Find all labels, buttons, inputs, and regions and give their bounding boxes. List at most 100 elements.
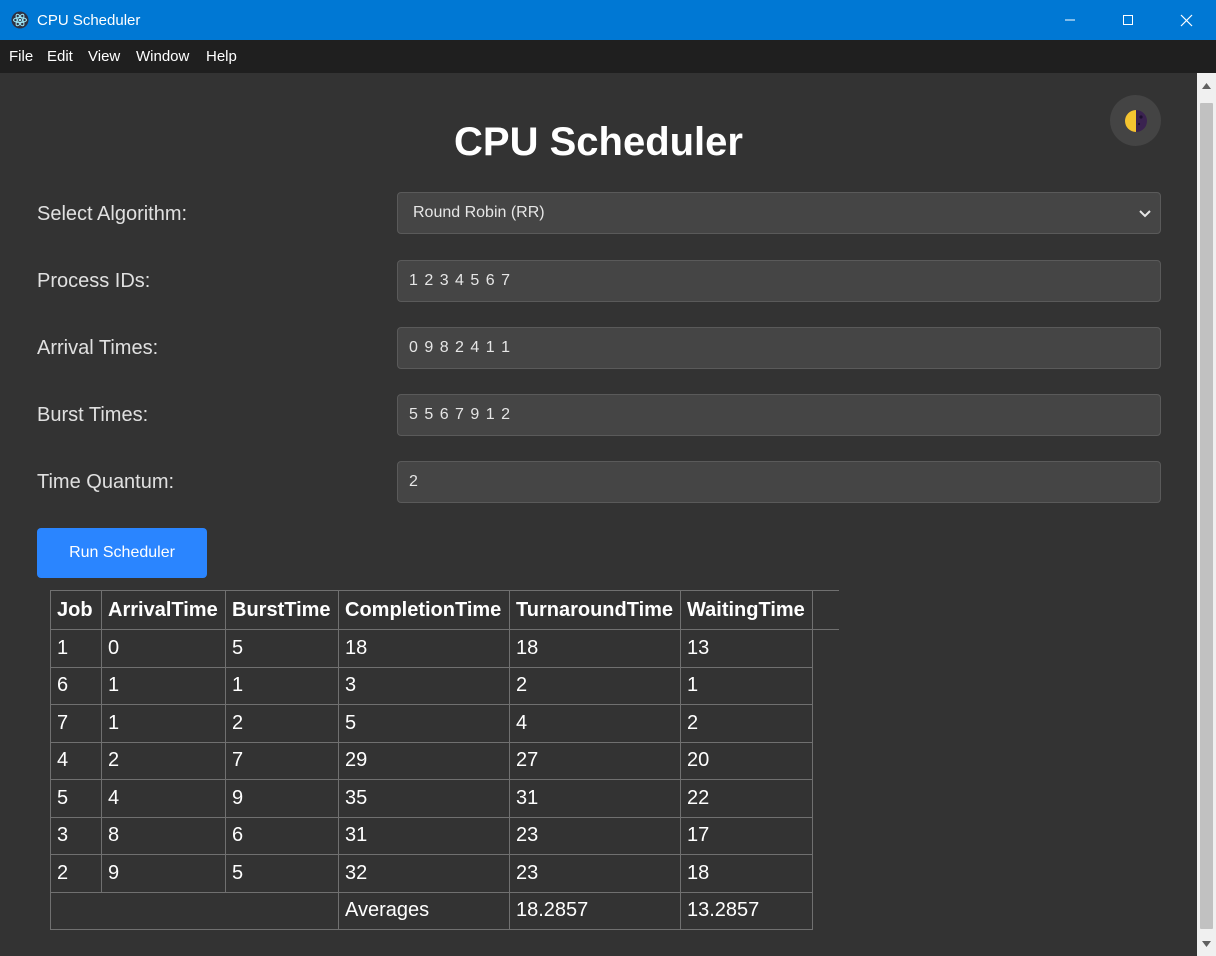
averages-empty-cell	[50, 891, 339, 930]
cell-spacer	[812, 892, 839, 930]
maximize-button[interactable]	[1099, 0, 1157, 40]
menu-file[interactable]: File	[9, 48, 33, 65]
averages-label: Averages	[338, 891, 510, 930]
menu-edit[interactable]: Edit	[47, 48, 73, 65]
cell-spacer	[812, 629, 839, 667]
average-waiting-time: 13.2857	[680, 891, 813, 930]
minimize-button[interactable]	[1041, 0, 1099, 40]
table-row: 4 2 7 29 27 20	[50, 741, 839, 780]
minimize-icon	[1065, 19, 1075, 21]
menu-window[interactable]: Window	[136, 48, 189, 65]
cell-turnaround-time: 23	[509, 816, 681, 855]
process-ids-label: Process IDs:	[37, 270, 151, 292]
cell-job: 2	[50, 854, 102, 893]
menu-view[interactable]: View	[88, 48, 120, 65]
cell-completion-time: 18	[338, 629, 510, 668]
scroll-down-button[interactable]	[1197, 935, 1216, 953]
cell-waiting-time: 18	[680, 854, 813, 893]
cell-waiting-time: 20	[680, 741, 813, 780]
header-waiting-time: WaitingTime	[680, 590, 813, 630]
cell-completion-time: 5	[338, 704, 510, 743]
algorithm-select-value: Round Robin (RR)	[413, 204, 545, 221]
cell-burst-time: 2	[225, 704, 339, 743]
algorithm-label: Select Algorithm:	[37, 203, 188, 225]
arrival-times-input[interactable]	[397, 327, 1161, 369]
cell-arrival-time: 1	[101, 666, 226, 705]
page-title: CPU Scheduler	[454, 120, 743, 164]
cell-job: 7	[50, 704, 102, 743]
app-icon	[11, 11, 29, 29]
header-turnaround-time: TurnaroundTime	[509, 590, 681, 630]
table-row: 7 1 2 5 4 2	[50, 704, 839, 743]
header-job: Job	[50, 590, 102, 630]
table-row: 1 0 5 18 18 13	[50, 629, 839, 668]
header-arrival-time: ArrivalTime	[101, 590, 226, 630]
algorithm-select[interactable]: Round Robin (RR)	[397, 192, 1161, 234]
cell-burst-time: 5	[225, 629, 339, 668]
burst-times-input[interactable]	[397, 394, 1161, 436]
table-header-row: Job ArrivalTime BurstTime CompletionTime…	[50, 590, 839, 630]
cell-waiting-time: 13	[680, 629, 813, 668]
cell-spacer	[812, 817, 839, 855]
averages-row: Averages 18.2857 13.2857	[50, 891, 839, 930]
header-spacer	[812, 590, 839, 630]
scroll-up-button[interactable]	[1197, 77, 1216, 95]
header-completion-time: CompletionTime	[338, 590, 510, 630]
close-button[interactable]	[1157, 0, 1215, 40]
cell-arrival-time: 1	[101, 704, 226, 743]
cell-spacer	[812, 854, 839, 892]
cell-job: 4	[50, 741, 102, 780]
header-burst-time: BurstTime	[225, 590, 339, 630]
cell-turnaround-time: 18	[509, 629, 681, 668]
run-scheduler-button[interactable]: Run Scheduler	[37, 528, 207, 578]
process-ids-input[interactable]	[397, 260, 1161, 302]
window-title: CPU Scheduler	[37, 12, 141, 29]
time-quantum-label: Time Quantum:	[37, 471, 175, 493]
arrival-times-label: Arrival Times:	[37, 337, 159, 359]
cell-waiting-time: 2	[680, 704, 813, 743]
cell-arrival-time: 8	[101, 816, 226, 855]
cell-arrival-time: 4	[101, 779, 226, 818]
cell-turnaround-time: 2	[509, 666, 681, 705]
cell-burst-time: 9	[225, 779, 339, 818]
title-bar: CPU Scheduler	[0, 0, 1216, 40]
table-row: 5 4 9 35 31 22	[50, 779, 839, 818]
cell-burst-time: 7	[225, 741, 339, 780]
scroll-down-icon	[1202, 941, 1211, 947]
cell-burst-time: 1	[225, 666, 339, 705]
table-row: 3 8 6 31 23 17	[50, 816, 839, 855]
cell-waiting-time: 17	[680, 816, 813, 855]
cell-spacer	[812, 742, 839, 780]
cell-arrival-time: 2	[101, 741, 226, 780]
cell-job: 6	[50, 666, 102, 705]
results-table: Job ArrivalTime BurstTime CompletionTime…	[50, 590, 839, 930]
scroll-thumb[interactable]	[1200, 103, 1213, 929]
scroll-up-icon	[1202, 83, 1211, 89]
cell-job: 1	[50, 629, 102, 668]
cell-completion-time: 35	[338, 779, 510, 818]
table-row: 6 1 1 3 2 1	[50, 666, 839, 705]
cell-turnaround-time: 31	[509, 779, 681, 818]
menu-help[interactable]: Help	[206, 48, 237, 65]
cell-burst-time: 5	[225, 854, 339, 893]
average-turnaround-time: 18.2857	[509, 891, 681, 930]
burst-times-label: Burst Times:	[37, 404, 149, 426]
cell-waiting-time: 1	[680, 666, 813, 705]
cell-arrival-time: 9	[101, 854, 226, 893]
cell-turnaround-time: 23	[509, 854, 681, 893]
maximize-icon	[1123, 15, 1133, 25]
cell-turnaround-time: 4	[509, 704, 681, 743]
cell-spacer	[812, 779, 839, 817]
cell-arrival-time: 0	[101, 629, 226, 668]
vertical-scrollbar[interactable]	[1197, 73, 1216, 956]
cell-turnaround-time: 27	[509, 741, 681, 780]
table-row: 2 9 5 32 23 18	[50, 854, 839, 893]
close-icon	[1180, 14, 1192, 26]
cell-burst-time: 6	[225, 816, 339, 855]
cell-spacer	[812, 667, 839, 705]
cell-completion-time: 29	[338, 741, 510, 780]
cell-job: 3	[50, 816, 102, 855]
cell-completion-time: 32	[338, 854, 510, 893]
cell-spacer	[812, 704, 839, 742]
time-quantum-input[interactable]	[397, 461, 1161, 503]
